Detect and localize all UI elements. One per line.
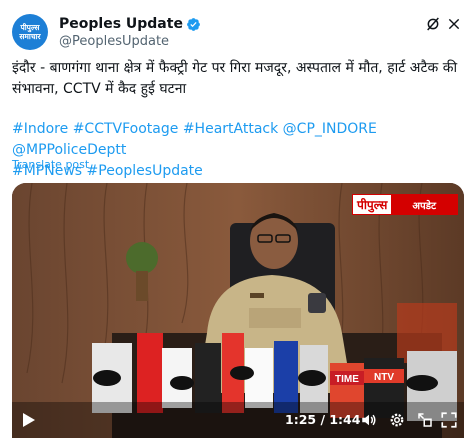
post-header: पीपुल्स समाचार Peoples Update @PeoplesUp… (12, 14, 463, 50)
hashtag-link[interactable]: #Indore (12, 121, 68, 137)
handle[interactable]: @PeoplesUpdate (59, 33, 201, 50)
mention-link[interactable]: @CP_INDORE (283, 121, 377, 137)
close-icon[interactable] (447, 17, 461, 31)
avatar[interactable]: पीपुल्स समाचार (12, 14, 48, 50)
translate-post-link[interactable]: Translate post (12, 158, 89, 171)
author-info: Peoples Update @PeoplesUpdate (59, 15, 201, 50)
volume-icon[interactable] (360, 411, 378, 429)
channel-watermark: पीपुल्स अपडेट (352, 194, 458, 215)
mention-link[interactable]: @MPPoliceDeptt (12, 142, 126, 158)
hashtag-list: #Indore #CCTVFootage #HeartAttack @CP_IN… (12, 119, 464, 182)
exit-fullscreen-icon[interactable] (416, 411, 434, 429)
settings-icon[interactable] (388, 411, 406, 429)
verified-badge-icon (187, 17, 200, 31)
hashtag-link[interactable]: #HeartAttack (183, 121, 278, 137)
hashtag-link[interactable]: #PeoplesUpdate (87, 163, 203, 179)
video-player[interactable]: TIME NTV पीपुल्स अपडेट 1:25 / 1:44 (12, 183, 464, 438)
avatar-logo-text: पीपुल्स समाचार (19, 23, 41, 41)
video-time: 1:25 / 1:44 (285, 412, 361, 427)
grok-icon[interactable] (425, 16, 441, 32)
video-frame: TIME NTV (12, 183, 464, 438)
mic-label-ntv: NTV (374, 372, 394, 383)
play-icon[interactable] (22, 412, 36, 428)
video-controls: 1:25 / 1:44 (12, 402, 464, 438)
post-text: इंदौर - बाणगंगा थाना क्षेत्र में फैक्ट्र… (12, 60, 458, 97)
hashtag-link[interactable]: #CCTVFootage (73, 121, 179, 137)
fullscreen-icon[interactable] (440, 411, 458, 429)
display-name[interactable]: Peoples Update (59, 16, 183, 32)
